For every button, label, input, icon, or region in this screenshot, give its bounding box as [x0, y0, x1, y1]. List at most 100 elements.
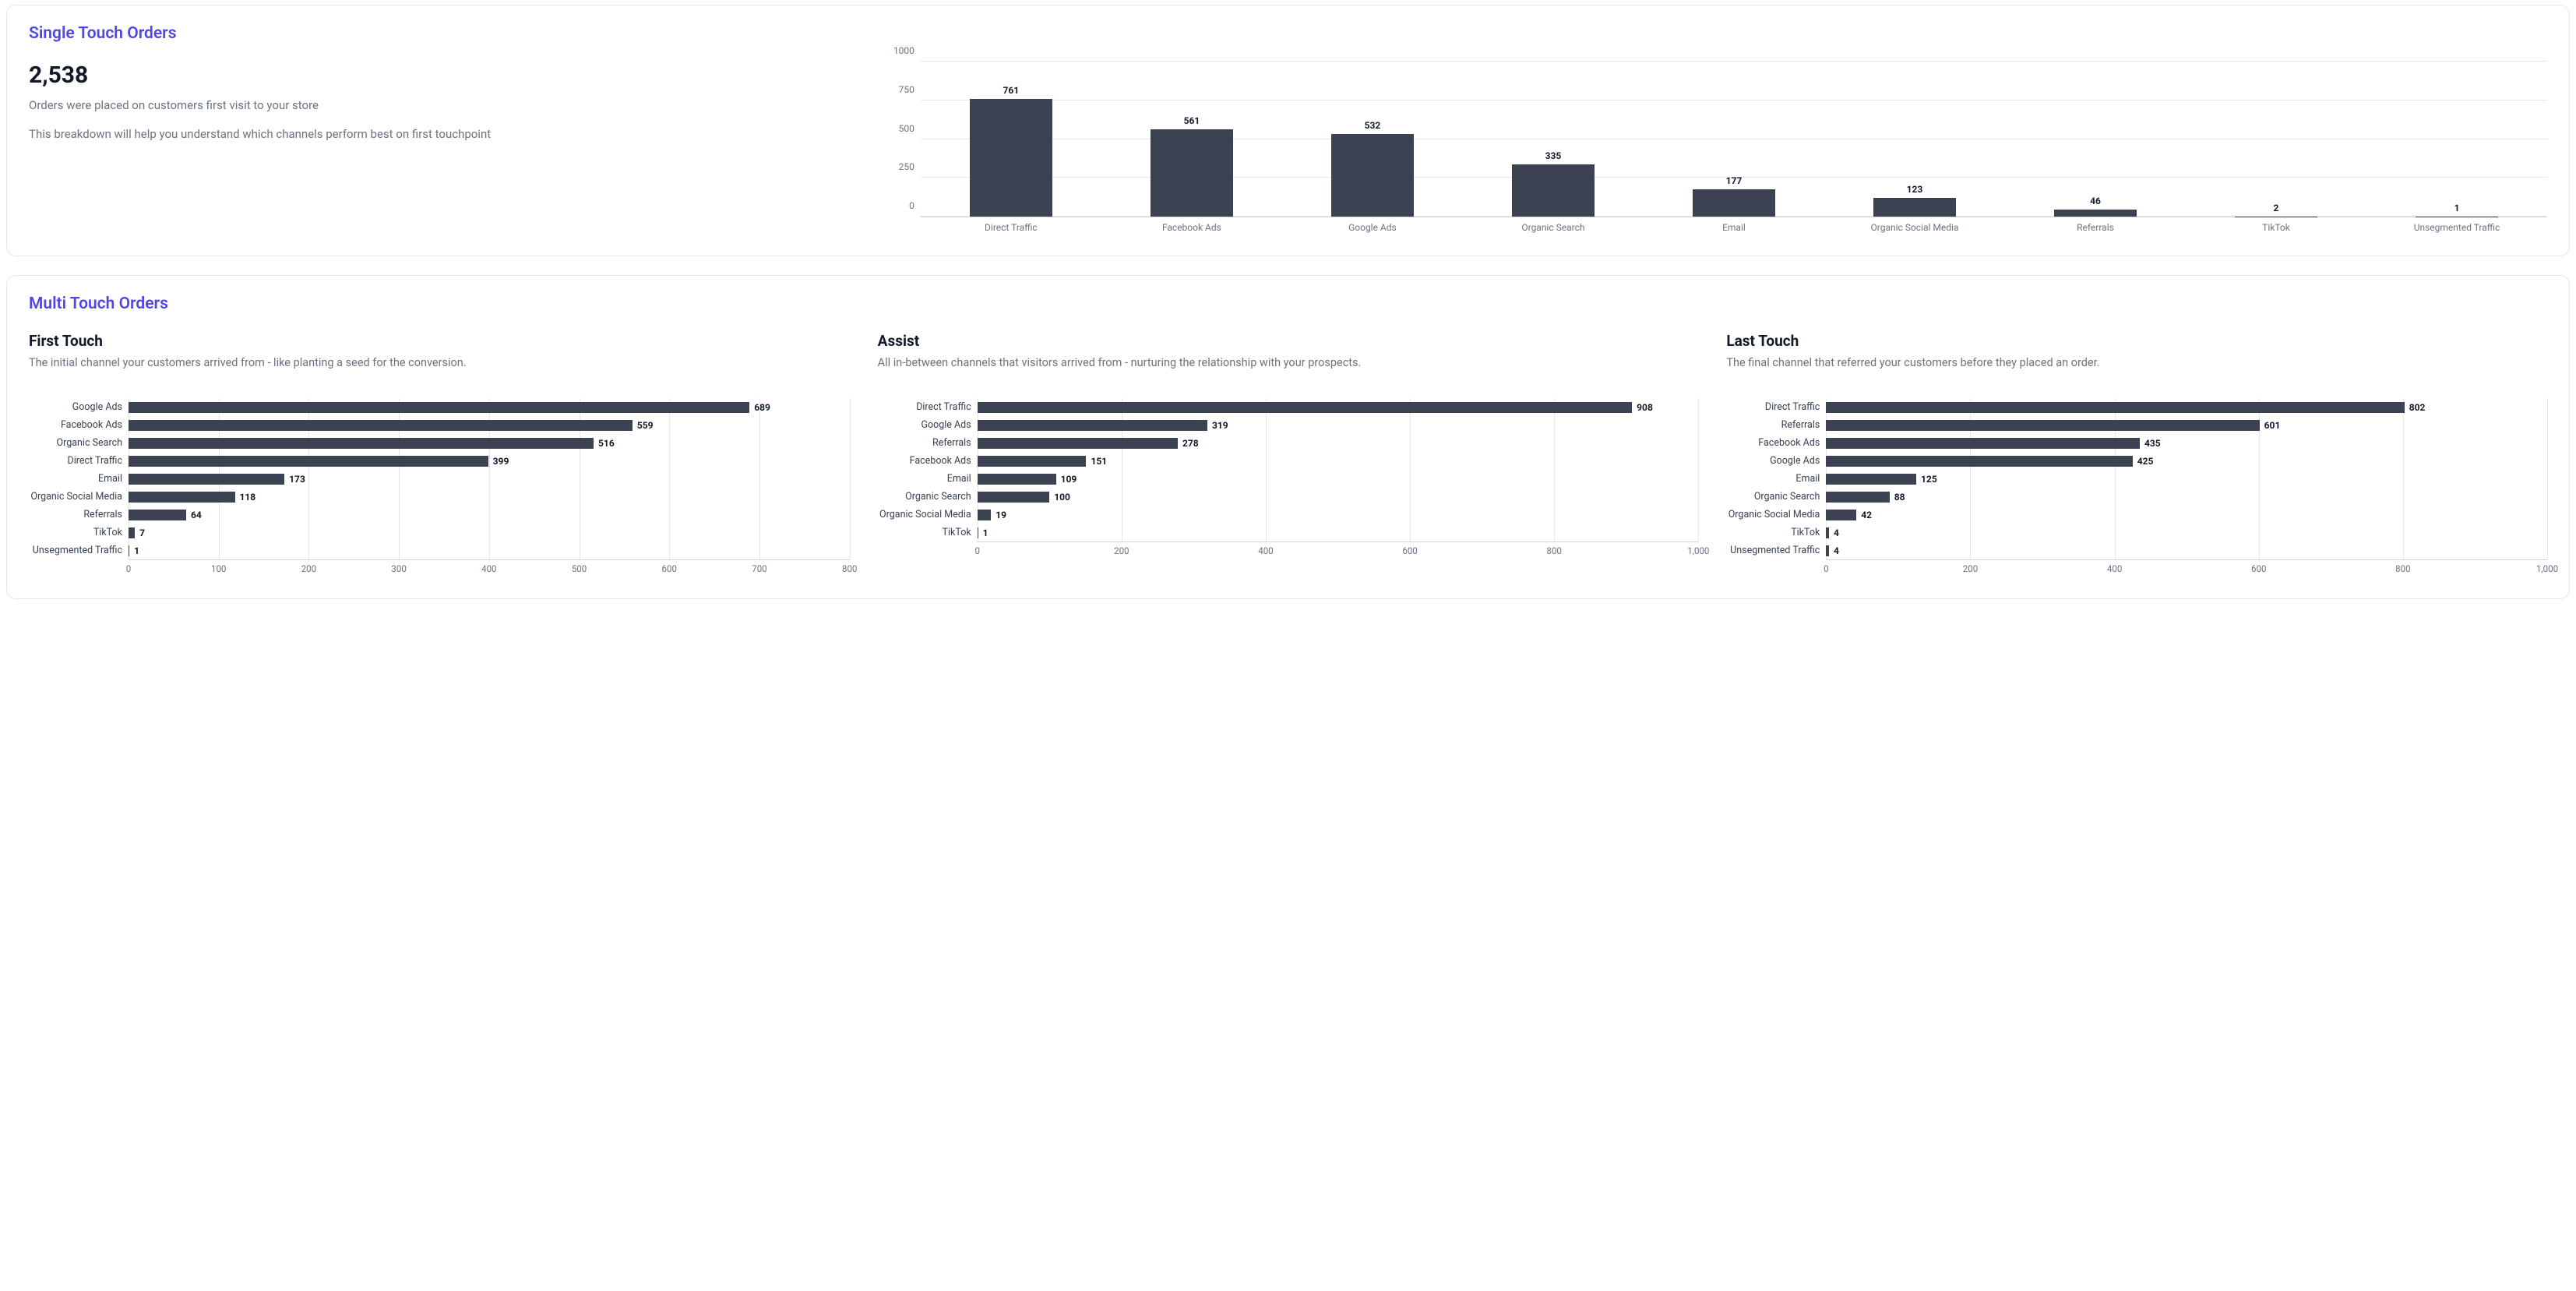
x-tick: 0: [1824, 563, 1828, 574]
x-tick: 800: [842, 563, 857, 574]
last-touch-chart: Direct Traffic 802 Referrals 601 Facebook Ad…: [1726, 398, 2547, 577]
bar-value-label: 19: [996, 510, 1006, 520]
bar-value-label: 1: [2454, 203, 2460, 213]
x-tick: 400: [2107, 563, 2122, 574]
bar-value-label: 559: [637, 420, 654, 431]
last-touch-desc: The final channel that referred your cus…: [1726, 354, 2547, 387]
x-tick: 400: [481, 563, 496, 574]
y-tick: 750: [883, 84, 914, 95]
bar: [1826, 402, 2404, 413]
bar-row: Direct Traffic 399: [29, 452, 850, 470]
bar-slot: 532: [1282, 62, 1463, 217]
bar: [129, 527, 135, 538]
y-category-label: Referrals: [1726, 419, 1826, 431]
bar-value-label: 177: [1726, 175, 1743, 186]
bar: [978, 438, 1178, 449]
bar-value-label: 278: [1182, 438, 1199, 449]
y-category-label: Direct Traffic: [29, 455, 129, 467]
y-category-label: TikTok: [878, 527, 978, 538]
y-category-label: Direct Traffic: [1726, 401, 1826, 413]
first-touch-title: First Touch: [29, 332, 850, 350]
bar-value-label: 173: [289, 474, 305, 485]
bar: [1826, 545, 1829, 556]
bar-row: Referrals64: [29, 506, 850, 524]
x-tick: 1,000: [1687, 545, 1709, 556]
bar-row: Referrals 601: [1726, 416, 2547, 434]
bar-value-label: 88: [1894, 492, 1905, 503]
bar-row: Unsegmented Traffic1: [29, 541, 850, 559]
bar-value-label: 335: [1545, 150, 1562, 161]
single-touch-count: 2,538: [29, 62, 860, 89]
y-category-label: Facebook Ads: [878, 455, 978, 467]
bar-value-label: 761: [1003, 85, 1020, 96]
bar: [978, 474, 1056, 485]
bar-value-label: 425: [2137, 456, 2154, 467]
x-tick: 100: [211, 563, 226, 574]
y-category-label: Google Ads: [878, 419, 978, 431]
y-category-label: Google Ads: [1726, 455, 1826, 467]
bar-row: TikTok4: [1726, 524, 2547, 541]
y-tick: 0: [883, 200, 914, 211]
bar-row: Email109: [878, 470, 1699, 488]
y-category-label: Organic Search: [29, 437, 129, 449]
bar: [978, 492, 1050, 503]
x-category-label: Unsegmented Traffic: [2366, 217, 2547, 234]
bar: [1512, 164, 1595, 217]
y-category-label: TikTok: [29, 527, 129, 538]
bar-value-label: 399: [493, 456, 509, 467]
y-category-label: Unsegmented Traffic: [1726, 545, 1826, 556]
x-category-label: Organic Social Media: [1824, 217, 2005, 234]
bar-row: Google Ads 425: [1726, 452, 2547, 470]
bar: [1826, 456, 2132, 467]
bar-value-label: 46: [2090, 196, 2101, 206]
first-touch-desc: The initial channel your customers arriv…: [29, 354, 850, 387]
bar-slot: 335: [1463, 62, 1644, 217]
y-category-label: Organic Social Media: [1726, 509, 1826, 520]
x-tick: 800: [1547, 545, 1562, 556]
bar: [970, 99, 1053, 217]
bar-value-label: 802: [2409, 402, 2426, 413]
bar-slot: 1: [2366, 62, 2547, 217]
y-tick: 250: [883, 161, 914, 172]
bar-value-label: 689: [754, 402, 770, 413]
bar-row: Organic Social Media 42: [1726, 506, 2547, 524]
bar-row: Facebook Ads559: [29, 416, 850, 434]
single-touch-subtext-2: This breakdown will help you understand …: [29, 125, 860, 143]
bar-value-label: 1: [134, 545, 139, 556]
single-touch-summary: 2,538 Orders were placed on customers fi…: [29, 62, 860, 234]
bar-slot: 177: [1644, 62, 1824, 217]
bar-value-label: 516: [598, 438, 615, 449]
bar-slot: 46: [2005, 62, 2186, 217]
assist-desc: All in-between channels that visitors ar…: [878, 354, 1699, 387]
x-category-label: Organic Search: [1463, 217, 1644, 234]
bar: [1873, 198, 1957, 217]
bar-value-label: 64: [191, 510, 202, 520]
bar-value-label: 601: [2264, 420, 2281, 431]
bar-value-label: 109: [1061, 474, 1077, 485]
first-touch-section: First Touch The initial channel your cus…: [29, 332, 850, 577]
x-category-label: TikTok: [2186, 217, 2366, 234]
single-touch-chart: 025050075010007615615323351771234621Dire…: [883, 62, 2547, 234]
x-tick: 0: [126, 563, 131, 574]
bar-row: Facebook Ads435: [1726, 434, 2547, 452]
x-tick: 800: [2395, 563, 2410, 574]
bar-row: Email173: [29, 470, 850, 488]
x-tick: 200: [1963, 563, 1978, 574]
bar: [978, 456, 1087, 467]
last-touch-section: Last Touch The final channel that referr…: [1726, 332, 2547, 577]
bar-value-label: 42: [1861, 510, 1872, 520]
bar: [1826, 438, 2140, 449]
single-touch-subtext-1: Orders were placed on customers first vi…: [29, 97, 860, 115]
x-tick: 600: [662, 563, 677, 574]
bar: [129, 420, 633, 431]
bar: [129, 492, 235, 503]
bar-value-label: 7: [139, 527, 145, 538]
x-tick: 600: [2251, 563, 2266, 574]
bar: [1826, 474, 1916, 485]
single-touch-title: Single Touch Orders: [29, 24, 2547, 43]
bar-row: Referrals278: [878, 434, 1699, 452]
single-touch-card: Single Touch Orders 2,538 Orders were pl…: [6, 5, 2570, 256]
bar-row: Email125: [1726, 470, 2547, 488]
last-touch-title: Last Touch: [1726, 332, 2547, 350]
bar: [978, 402, 1633, 413]
